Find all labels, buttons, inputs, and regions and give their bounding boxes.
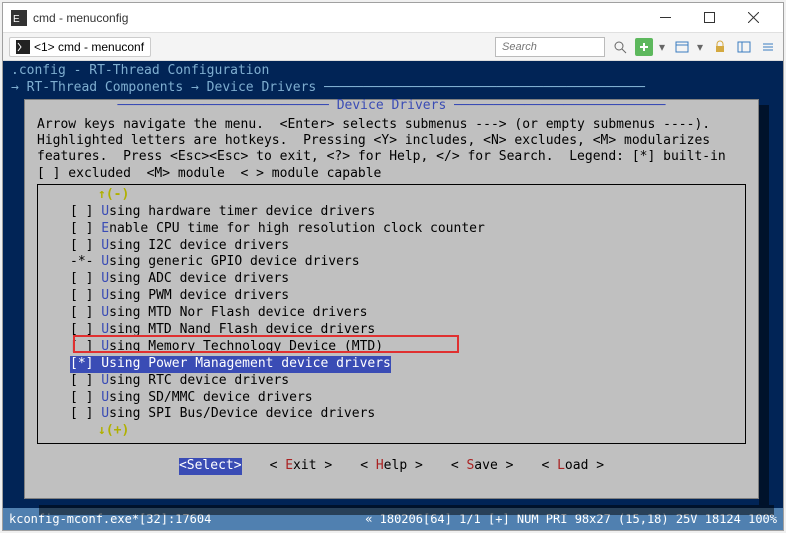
search-input[interactable] <box>495 37 605 57</box>
toolbar: <1> cmd - menuconf ▾ ▾ <box>3 33 783 61</box>
menu-title: Device Drivers <box>337 98 447 113</box>
help-button[interactable]: < Help > <box>360 458 423 475</box>
save-button[interactable]: < Save > <box>451 458 514 475</box>
config-header: .config - RT-Thread Configuration → RT-T… <box>3 61 783 99</box>
menu-item[interactable]: [ ] Using PWM device drivers <box>70 288 745 305</box>
menu-item[interactable]: [ ] Using MTD Nand Flash device drivers <box>70 322 745 339</box>
window: E cmd - menuconfig <1> cmd - menuconf ▾ … <box>2 2 784 531</box>
tab-label: <1> cmd - menuconf <box>34 40 144 54</box>
menu-item[interactable]: [ ] Using MTD Nor Flash device drivers <box>70 305 745 322</box>
menu-item[interactable]: [ ] Enable CPU time for high resolution … <box>70 221 745 238</box>
console-icon: E <box>11 10 27 26</box>
search-icon[interactable] <box>611 38 629 56</box>
menu-item[interactable]: [ ] Using SD/MMC device drivers <box>70 390 745 407</box>
console-tab-icon <box>16 40 30 54</box>
menu-item[interactable]: -*- Using generic GPIO device drivers <box>70 254 745 271</box>
terminal: .config - RT-Thread Configuration → RT-T… <box>3 61 783 508</box>
menu-item[interactable]: [ ] Using Memory Technology Device (MTD) <box>70 339 745 356</box>
menu-box: ─────────────────────────── Device Drive… <box>24 99 759 499</box>
list-icon[interactable] <box>759 38 777 56</box>
maximize-button[interactable] <box>687 4 731 32</box>
close-button[interactable] <box>731 4 775 32</box>
breadcrumb: → RT-Thread Components → Device Drivers … <box>11 80 775 97</box>
box-shadow-right <box>759 105 769 505</box>
scroll-down-hint: ↓(+) <box>98 423 745 440</box>
menu-list[interactable]: ↑(-) [ ] Using hardware timer device dri… <box>37 184 746 444</box>
titlebar: E cmd - menuconfig <box>3 3 783 33</box>
menu-item[interactable]: [ ] Using RTC device drivers <box>70 373 745 390</box>
menu-item[interactable]: [ ] Using hardware timer device drivers <box>70 204 745 221</box>
menu-item[interactable]: [ ] Using ADC device drivers <box>70 271 745 288</box>
svg-text:E: E <box>13 14 20 25</box>
lock-icon[interactable] <box>711 38 729 56</box>
load-button[interactable]: < Load > <box>541 458 604 475</box>
dropdown-icon-2[interactable]: ▾ <box>697 40 705 54</box>
exit-button[interactable]: < Exit > <box>270 458 333 475</box>
menu-item[interactable]: [*] Using Power Management device driver… <box>70 356 745 373</box>
select-button[interactable]: <Select> <box>179 458 242 475</box>
window-title: cmd - menuconfig <box>33 11 643 25</box>
minimize-button[interactable] <box>643 4 687 32</box>
config-title: .config - RT-Thread Configuration <box>11 63 775 80</box>
dropdown-icon[interactable]: ▾ <box>659 40 667 54</box>
menu-item[interactable]: [ ] Using SPI Bus/Device device drivers <box>70 406 745 423</box>
panel-icon[interactable] <box>735 38 753 56</box>
window-icon[interactable] <box>673 38 691 56</box>
add-button[interactable] <box>635 38 653 56</box>
menu-help: Arrow keys navigate the menu. <Enter> se… <box>25 115 758 184</box>
tab-console[interactable]: <1> cmd - menuconf <box>9 37 151 57</box>
scroll-up-hint: ↑(-) <box>98 187 745 204</box>
menu-buttons: <Select> < Exit > < Help > < Save > < Lo… <box>25 458 758 475</box>
menu-item[interactable]: [ ] Using I2C device drivers <box>70 238 745 255</box>
box-shadow <box>39 505 774 515</box>
